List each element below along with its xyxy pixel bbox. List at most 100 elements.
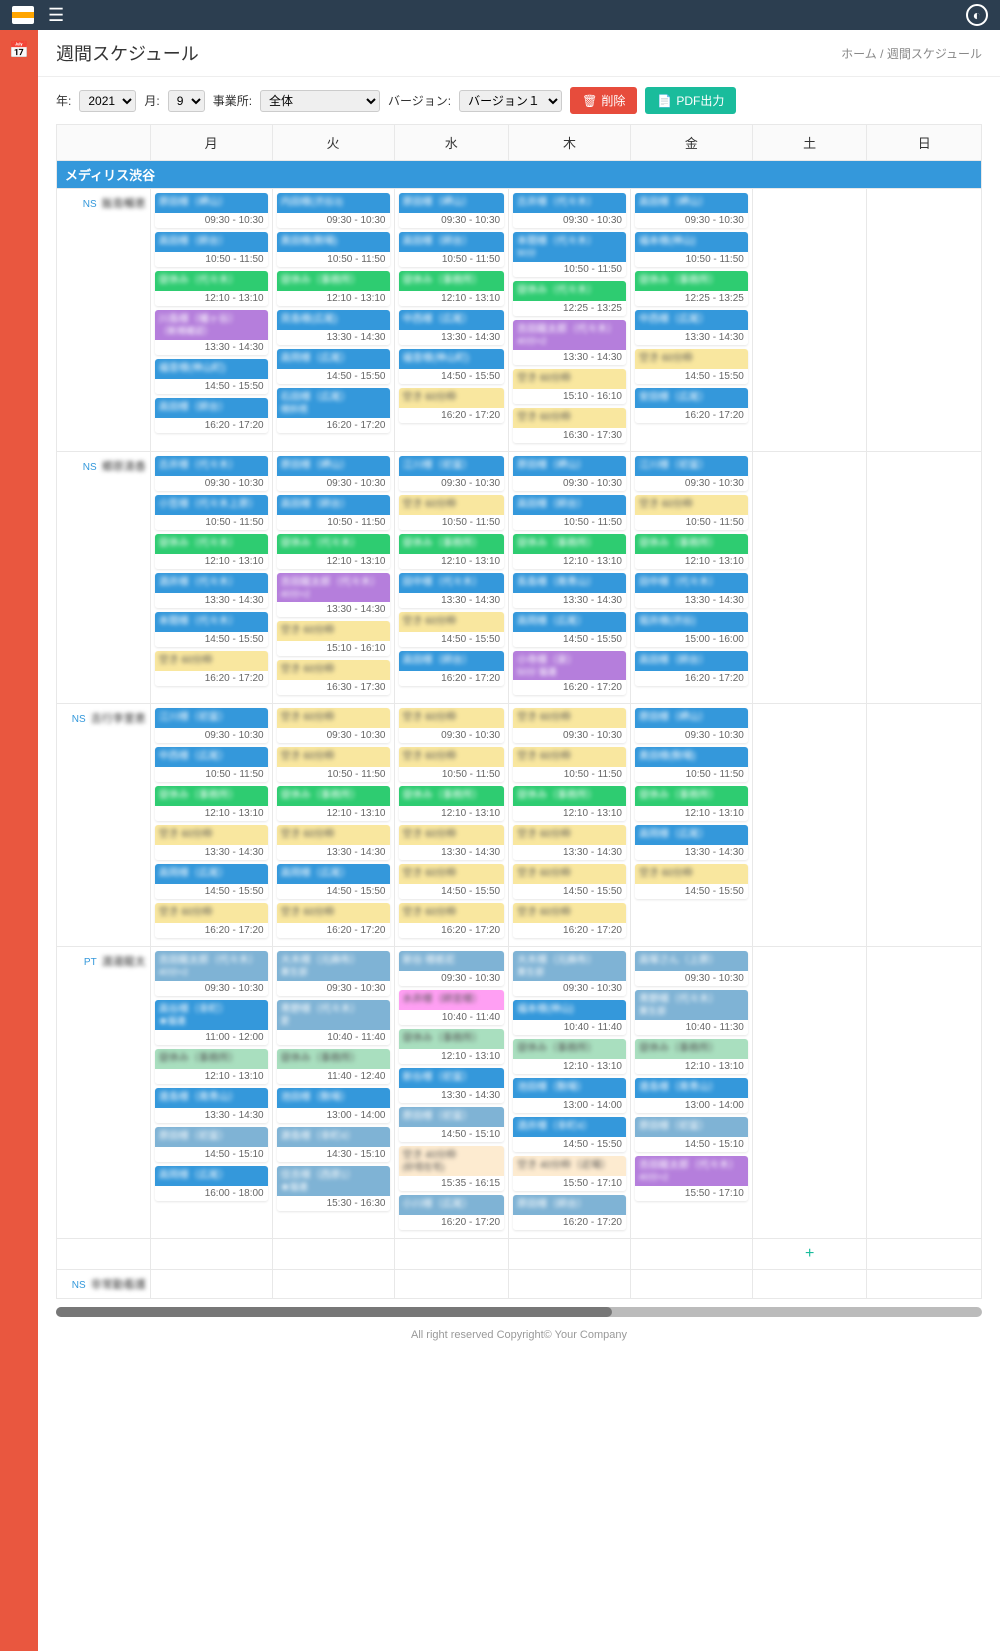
schedule-event[interactable]: 空き 60分枠16:20 - 17:20 [513, 903, 626, 938]
schedule-event[interactable]: 昼休み（事務所）12:10 - 13:10 [277, 786, 390, 821]
day-cell[interactable] [272, 1270, 394, 1299]
schedule-event[interactable]: 江川様（初富）09:30 - 10:30 [155, 708, 268, 743]
schedule-event[interactable]: 新谷 様栃尼09:30 - 10:30 [399, 951, 505, 986]
schedule-event[interactable]: 池田様（駒場）13:00 - 14:00 [513, 1078, 626, 1113]
schedule-event[interactable]: 空き 60分枠14:50 - 15:50 [635, 349, 748, 384]
schedule-event[interactable]: 水井様（師宮様）10:40 - 11:40 [399, 990, 505, 1025]
schedule-event[interactable]: 原田様（師台）16:20 - 17:20 [513, 1195, 626, 1230]
day-cell[interactable]: 原田様（岬山）09:30 - 10:30高田様（師台）10:50 - 11:50… [394, 189, 509, 452]
day-cell[interactable] [630, 1270, 752, 1299]
schedule-event[interactable]: 昼休み（事務所）12:10 - 13:10 [635, 534, 748, 569]
schedule-event[interactable]: 空き 60分枠14:50 - 15:50 [635, 864, 748, 899]
day-cell[interactable]: 江川様（初富）09:30 - 10:30空き 60分枠10:50 - 11:50… [394, 451, 509, 704]
schedule-event[interactable]: 青野様（代々木）果生部10:40 - 11:30 [635, 990, 748, 1035]
schedule-event[interactable]: 空き 40分枠（近場）15:50 - 17:10 [513, 1156, 626, 1191]
schedule-event[interactable]: 堀井様(渋谷)15:00 - 16:00 [635, 612, 748, 647]
day-cell[interactable]: 空き 60分枠09:30 - 10:30空き 60分枠10:50 - 11:50… [272, 704, 394, 947]
schedule-event[interactable]: 空き 60分枠10:50 - 11:50 [635, 495, 748, 530]
schedule-event[interactable]: 遠島様（南青山）13:30 - 14:30 [155, 1088, 268, 1123]
schedule-event[interactable]: 新谷様（初富）13:30 - 14:30 [399, 1068, 505, 1103]
schedule-event[interactable]: 川島様（幡ヶ谷）（新規確認）13:30 - 14:30 [155, 310, 268, 355]
breadcrumb-home[interactable]: ホーム [841, 47, 877, 61]
schedule-event[interactable]: 高田様（師台）10:50 - 11:50 [155, 232, 268, 267]
day-cell[interactable]: 大木様（元麻布）果生部09:30 - 10:30 福本様(神山)10:40 - 1… [509, 947, 631, 1239]
schedule-event[interactable]: 田中様（代々木）13:30 - 14:30 [399, 573, 505, 608]
schedule-event[interactable]: 空き 60分枠16:20 - 17:20 [155, 651, 268, 686]
schedule-event[interactable]: 空き 60分枠10:50 - 11:50 [399, 495, 505, 530]
schedule-event[interactable]: 空き 60分枠13:30 - 14:30 [513, 825, 626, 860]
schedule-event[interactable]: 空き 60分枠16:20 - 17:20 [399, 903, 505, 938]
schedule-event[interactable]: 空き 60分枠10:50 - 11:50 [399, 747, 505, 782]
schedule-event[interactable]: 原田様（初富）14:50 - 15:10 [155, 1127, 268, 1162]
schedule-event[interactable]: 吉田龍太郎（代々木）40分×209:30 - 10:30 [155, 951, 268, 996]
schedule-event[interactable]: 昼休み（代々木）12:10 - 13:10 [155, 271, 268, 306]
day-cell[interactable] [867, 1270, 982, 1299]
schedule-event[interactable]: 空き 60分枠13:30 - 14:30 [277, 825, 390, 860]
schedule-event[interactable]: 石田様（広尾）様斜視16:20 - 17:20 [277, 388, 390, 433]
schedule-event[interactable]: 昼休み（事務所）12:10 - 13:10 [155, 786, 268, 821]
day-cell[interactable] [509, 1270, 631, 1299]
day-cell[interactable]: 高塚さん（上原）09:30 - 10:30 青野様（代々木）果生部10:40 - … [630, 947, 752, 1239]
day-cell[interactable] [752, 947, 867, 1239]
schedule-event[interactable]: 住吉様（西原1）★猫連15:30 - 16:30 [277, 1166, 390, 1211]
day-cell[interactable]: 原田様（岬山）09:30 - 10:30奥田様(駒場)10:50 - 11:50… [630, 704, 752, 947]
schedule-event[interactable]: 遠島様（南青山）13:00 - 14:00 [635, 1078, 748, 1113]
day-cell[interactable] [752, 189, 867, 452]
calendar-icon[interactable]: 📅 [0, 30, 38, 70]
schedule-event[interactable]: 高田様（師台）16:20 - 17:20 [399, 651, 505, 686]
day-cell[interactable]: 古井様（代々木）09:30 - 10:30 小笠様（代々木上原）10:50 - 1… [150, 451, 272, 704]
day-cell[interactable]: 原田様（岬山）09:30 - 10:30高田様（師台）10:50 - 11:50… [272, 451, 394, 704]
schedule-event[interactable]: 空き 60分枠15:10 - 16:10 [513, 369, 626, 404]
schedule-event[interactable]: 昼休み（事務所）12:10 - 13:10 [513, 786, 626, 821]
schedule-event[interactable]: 池田様（駒場）13:00 - 14:00 [277, 1088, 390, 1123]
schedule-event[interactable]: 高塚さん（上原）09:30 - 10:30 [635, 951, 748, 986]
schedule-event[interactable]: 原田様（岬山）09:30 - 10:30 [635, 708, 748, 743]
schedule-event[interactable]: 高岡様（広尾）16:00 - 18:00 [155, 1166, 268, 1201]
day-cell[interactable] [752, 1270, 867, 1299]
pdf-export-button[interactable]: 📄 PDF出力 [645, 87, 736, 114]
day-cell[interactable]: 大木様（元麻布）果生部09:30 - 10:30青野様（代々木）愛10:40 -… [272, 947, 394, 1239]
schedule-event[interactable]: 福本様(神山)10:40 - 11:40 [513, 1000, 626, 1035]
schedule-event[interactable]: 空き 60分枠09:30 - 10:30 [277, 708, 390, 743]
schedule-event[interactable]: 昼休み（事務所）12:10 - 13:10 [399, 271, 505, 306]
day-cell[interactable] [752, 451, 867, 704]
menu-toggle-icon[interactable]: ☰ [48, 6, 64, 24]
schedule-event[interactable]: 本間様（代々木）90分10:50 - 11:50 [513, 232, 626, 277]
schedule-event[interactable]: 小笠様（代々木上原）10:50 - 11:50 [155, 495, 268, 530]
schedule-event[interactable]: 原田様（岬山）09:30 - 10:30 [155, 193, 268, 228]
schedule-event[interactable]: 吉田龍太郎（代々木）40分×213:30 - 14:30 [277, 573, 390, 618]
schedule-event[interactable]: 昼休み（事務所）11:40 - 12:40 [277, 1049, 390, 1084]
schedule-event[interactable]: 昼休み（事務所）12:10 - 13:10 [399, 786, 505, 821]
schedule-event[interactable]: 酒井様（幸町4）14:50 - 15:50 [513, 1117, 626, 1152]
schedule-event[interactable]: 昼休み（事務所）12:10 - 13:10 [513, 1039, 626, 1074]
schedule-event[interactable]: 大木様（元麻布）果生部09:30 - 10:30 [513, 951, 626, 996]
month-select[interactable]: 9 [168, 90, 205, 112]
day-cell[interactable]: 空き 60分枠09:30 - 10:30空き 60分枠10:50 - 11:50… [394, 704, 509, 947]
schedule-event[interactable]: 原田様（岬山）09:30 - 10:30 [399, 193, 505, 228]
day-cell[interactable] [867, 947, 982, 1239]
schedule-event[interactable]: 中西様（広尾）10:50 - 11:50 [155, 747, 268, 782]
schedule-event[interactable]: 空き 60分枠09:30 - 10:30 [513, 708, 626, 743]
office-select[interactable]: 全体 [260, 90, 380, 112]
day-cell[interactable] [752, 704, 867, 947]
day-cell[interactable]: 古井様（代々木）09:30 - 10:30 本間様（代々木）90分10:50 - … [509, 189, 631, 452]
schedule-event[interactable]: 古井様（代々木）09:30 - 10:30 [513, 193, 626, 228]
day-cell[interactable]: 原田様（岬山）09:30 - 10:30 高田様（師台）10:50 - 11:50… [150, 189, 272, 452]
day-cell[interactable]: 江川様（初富）09:30 - 10:30 中西様（広尾）10:50 - 11:50… [150, 704, 272, 947]
schedule-event[interactable]: 空き 60分枠15:10 - 16:10 [277, 621, 390, 656]
schedule-event[interactable]: 昼休み（事務所）12:10 - 13:10 [399, 1029, 505, 1064]
schedule-event[interactable]: 本間様（代々木）14:50 - 15:50 [155, 612, 268, 647]
schedule-event[interactable]: 空き 60分枠13:30 - 14:30 [155, 825, 268, 860]
schedule-event[interactable]: 昼休み（代々木）12:10 - 13:10 [155, 534, 268, 569]
schedule-event[interactable]: 源島様（幸町4）14:30 - 15:10 [277, 1127, 390, 1162]
schedule-event[interactable]: 貝島様(広尾)13:30 - 14:30 [277, 310, 390, 345]
day-cell[interactable]: 内田様(渋谷3)09:30 - 10:30奥田様(駒場)10:50 - 11:5… [272, 189, 394, 452]
schedule-event[interactable]: 昼休み（事務所）12:25 - 13:25 [635, 271, 748, 306]
schedule-event[interactable]: 古井様（代々木）09:30 - 10:30 [155, 456, 268, 491]
schedule-event[interactable]: 福本様(神山)10:50 - 11:50 [635, 232, 748, 267]
schedule-event[interactable]: 空き 60分枠14:50 - 15:50 [399, 864, 505, 899]
day-cell[interactable] [150, 1270, 272, 1299]
schedule-event[interactable]: 原田様（初富）14:50 - 15:10 [635, 1117, 748, 1152]
day-cell[interactable]: 江川様（初富）09:30 - 10:30空き 60分枠10:50 - 11:50… [630, 451, 752, 704]
schedule-event[interactable]: 高田様（師台）10:50 - 11:50 [277, 495, 390, 530]
